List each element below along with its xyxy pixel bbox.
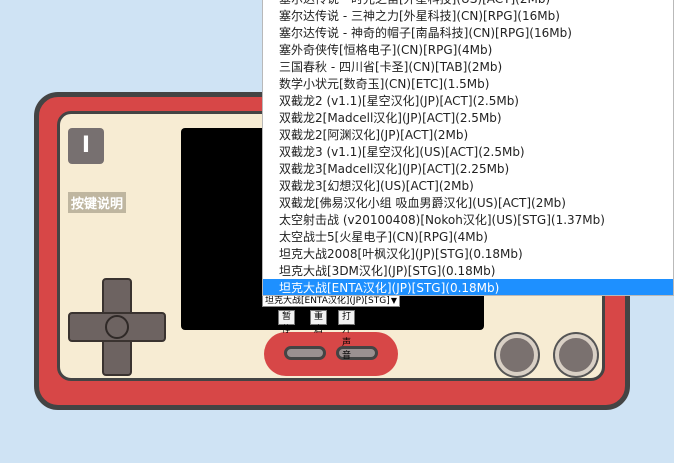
b-button[interactable] — [496, 334, 538, 376]
dropdown-option[interactable]: 三国春秋 - 四川省[卡圣](CN)[TAB](2Mb) — [263, 58, 673, 75]
dropdown-option[interactable]: 塞尔达传说 - 时光之笛[外星科技](US)[ACT](2Mb) — [263, 0, 673, 7]
dropdown-option[interactable]: 坦克大战[ENTA汉化](JP)[STG](0.18Mb) — [263, 279, 673, 295]
dropdown-option[interactable]: 太空射击战 (v20100408)[Nokoh汉化](US)[STG](1.37… — [263, 211, 673, 228]
dropdown-option[interactable]: 双截龙2[阿渊汉化](JP)[ACT](2Mb) — [263, 126, 673, 143]
dropdown-option[interactable]: 双截龙2[Madcell汉化](JP)[ACT](2.5Mb) — [263, 109, 673, 126]
dpad-center — [105, 315, 129, 339]
dropdown-option[interactable]: 数学小状元[数奇玉](CN)[ETC](1.5Mb) — [263, 75, 673, 92]
dropdown-option[interactable]: 双截龙3[Madcell汉化](JP)[ACT](2.25Mb) — [263, 160, 673, 177]
restart-button[interactable]: 重启 — [310, 310, 328, 335]
key-help-label[interactable]: 按键说明 — [68, 192, 127, 213]
game-dropdown-list[interactable]: 塞尔达传说 - 时光之笛[外星科技](US)[ACT](2Mb)塞尔达传说 - … — [262, 0, 674, 296]
dropdown-option[interactable]: 塞尔达传说 - 神奇的帽子[南晶科技](CN)[RPG](16Mb) — [263, 24, 673, 41]
sound-button[interactable]: 打开声音 — [338, 310, 356, 361]
dropdown-option[interactable]: 坦克大战2008[叶枫汉化](JP)[STG](0.18Mb) — [263, 245, 673, 262]
a-button[interactable] — [555, 334, 597, 376]
dropdown-option[interactable]: 塞外奇侠传[恒格电子](CN)[RPG](4Mb) — [263, 41, 673, 58]
dpad[interactable] — [68, 278, 166, 376]
dropdown-option[interactable]: 太空战士5[火星电子](CN)[RPG](4Mb) — [263, 228, 673, 245]
menu-key-button[interactable]: I — [68, 128, 104, 164]
game-select-value: 坦克大战[ENTA汉化](JP)[STG] — [265, 296, 390, 306]
dropdown-option[interactable]: 塞尔达传说 - 三神之力[外星科技](CN)[RPG](16Mb) — [263, 7, 673, 24]
select-button[interactable] — [284, 346, 326, 360]
select-start-panel — [264, 332, 398, 376]
game-select[interactable]: 坦克大战[ENTA汉化](JP)[STG] ▼ — [262, 295, 400, 307]
dropdown-option[interactable]: 双截龙[佛易汉化小组 吸血男爵汉化](US)[ACT](2Mb) — [263, 194, 673, 211]
dropdown-option[interactable]: 双截龙3 (v1.1)[星空汉化](US)[ACT](2.5Mb) — [263, 143, 673, 160]
pause-button[interactable]: 暂停 — [278, 310, 296, 335]
dropdown-option[interactable]: 双截龙2 (v1.1)[星空汉化](JP)[ACT](2.5Mb) — [263, 92, 673, 109]
dropdown-option[interactable]: 双截龙3[幻想汉化](US)[ACT](2Mb) — [263, 177, 673, 194]
dropdown-option[interactable]: 坦克大战[3DM汉化](JP)[STG](0.18Mb) — [263, 262, 673, 279]
chevron-down-icon: ▼ — [390, 296, 397, 305]
